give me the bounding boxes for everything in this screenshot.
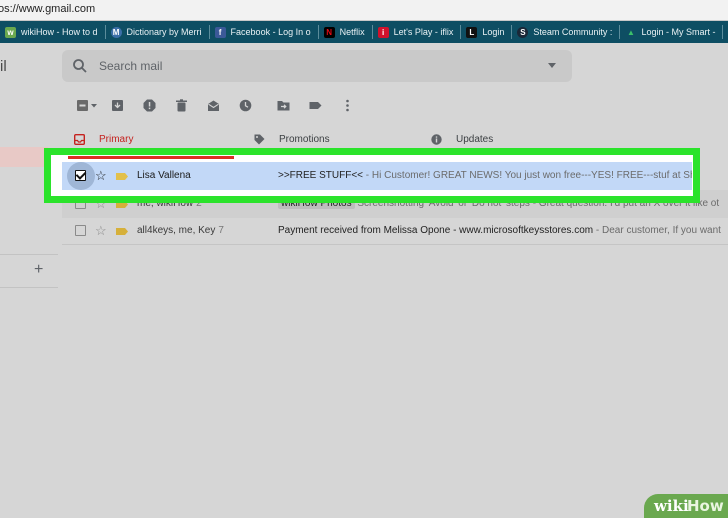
archive-button[interactable] — [108, 96, 126, 114]
delete-button[interactable] — [172, 96, 190, 114]
mark-read-icon — [207, 100, 219, 111]
more-options-button[interactable] — [338, 96, 356, 114]
tag-icon — [254, 134, 265, 145]
url-text[interactable]: os://www.gmail.com — [0, 3, 95, 15]
star-icon[interactable]: ☆ — [95, 223, 107, 239]
bookmark-smart[interactable]: ▲ Login - My Smart - — [620, 21, 722, 43]
list-item-selected[interactable]: ☆ Lisa Vallena >>FREE STUFF<< - Hi Custo… — [62, 162, 692, 190]
bookmark-wikihow-2[interactable]: w wikiHow — [723, 21, 728, 43]
bookmark-steam[interactable]: S Steam Community : — [512, 21, 619, 43]
list-item[interactable]: ☆ all4keys, me, Key 7 Payment received fr… — [62, 217, 728, 245]
bookmark-facebook[interactable]: f Facebook - Log In o — [210, 21, 318, 43]
clock-icon — [239, 99, 251, 111]
more-vert-icon — [345, 99, 349, 111]
watermark-how: How — [687, 497, 724, 515]
add-label-icon[interactable]: + — [34, 261, 43, 279]
important-marker-icon[interactable] — [116, 173, 128, 180]
trash-icon — [175, 98, 187, 111]
bookmark-label: Dictionary by Merri — [126, 27, 202, 37]
login-icon: L — [466, 26, 478, 38]
mark-as-read-button[interactable] — [204, 96, 222, 114]
email-subject: >>FREE STUFF<< — [278, 170, 364, 181]
email-sender: Lisa Vallena — [137, 170, 191, 181]
tab-updates[interactable]: Updates — [431, 134, 493, 145]
bookmark-wikihow[interactable]: w wikiHow - How to d — [0, 21, 105, 43]
steam-icon: S — [517, 26, 529, 38]
snooze-button[interactable] — [236, 96, 254, 114]
primary-tab-indicator — [68, 156, 234, 159]
bookmark-label: Steam Community : — [533, 27, 613, 37]
search-input[interactable]: Search mail — [99, 59, 162, 73]
search-options-icon[interactable] — [548, 63, 556, 68]
netflix-icon: N — [323, 26, 335, 38]
move-to-button[interactable] — [274, 96, 292, 114]
tab-label: Primary — [99, 134, 134, 145]
sidebar-divider — [0, 287, 58, 288]
search-box[interactable]: Search mail — [62, 50, 572, 82]
address-bar[interactable]: os://www.gmail.com — [0, 0, 728, 21]
watermark-wiki: wiki — [654, 497, 689, 515]
email-sender: all4keys, me, Key 7 — [137, 225, 224, 236]
email-subject-line: >>FREE STUFF<< - Hi Customer! GREAT NEWS… — [278, 170, 692, 181]
archive-icon — [111, 99, 123, 111]
sidebar-divider — [0, 254, 58, 255]
important-marker-icon[interactable] — [116, 228, 128, 235]
email-subject-line: Payment received from Melissa Opone - ww… — [278, 225, 721, 236]
bookmark-label: Login — [482, 27, 505, 37]
iflix-icon: i — [377, 26, 389, 38]
row-checkbox-checked[interactable] — [75, 170, 86, 181]
row-checkbox[interactable] — [75, 225, 86, 236]
bookmark-iflix[interactable]: i Let's Play - iflix — [373, 21, 461, 43]
inbox-icon — [74, 134, 85, 145]
info-icon — [431, 134, 442, 145]
search-icon[interactable] — [72, 58, 88, 74]
tab-promotions[interactable]: Promotions — [254, 134, 330, 145]
wikihow-watermark: wiki How — [644, 494, 728, 518]
bookmark-login[interactable]: L Login — [461, 21, 511, 43]
tab-primary[interactable]: Primary — [74, 134, 133, 145]
smart-icon: ▲ — [626, 27, 635, 37]
wikihow-icon: w — [5, 26, 16, 38]
email-snippet: - Dear customer, If you want — [593, 225, 721, 236]
report-spam-button[interactable] — [140, 96, 158, 114]
dictionary-icon: M — [110, 26, 122, 38]
report-spam-icon — [143, 99, 155, 111]
bookmark-dictionary[interactable]: M Dictionary by Merri — [106, 21, 209, 43]
sidebar-item-inbox[interactable] — [0, 147, 48, 167]
labels-button[interactable] — [306, 96, 324, 114]
email-subject: Payment received from Melissa Opone - ww… — [278, 225, 594, 236]
bookmark-label: Facebook - Log In o — [230, 27, 311, 37]
move-to-folder-icon — [277, 100, 289, 110]
select-checkbox-icon — [77, 99, 97, 111]
tab-label: Promotions — [279, 134, 330, 145]
bookmark-label: Netflix — [339, 27, 365, 37]
bookmark-label: wikiHow - How to d — [21, 27, 98, 37]
bookmark-label: Let's Play - iflix — [393, 27, 454, 37]
bookmarks-bar: w wikiHow - How to d M Dictionary by Mer… — [0, 21, 728, 43]
facebook-icon: f — [214, 26, 226, 38]
select-all-checkbox[interactable] — [74, 96, 100, 114]
tab-label: Updates — [456, 134, 494, 145]
gmail-logo-fragment: il — [0, 58, 7, 75]
bookmark-label: Login - My Smart - — [641, 27, 716, 37]
thread-count: 7 — [218, 225, 224, 236]
star-icon[interactable]: ☆ — [95, 168, 107, 184]
label-icon — [309, 101, 321, 109]
mail-toolbar — [74, 96, 370, 114]
email-snippet: - Hi Customer! GREAT NEWS! You just won … — [365, 170, 692, 181]
bookmark-netflix[interactable]: N Netflix — [319, 21, 372, 43]
